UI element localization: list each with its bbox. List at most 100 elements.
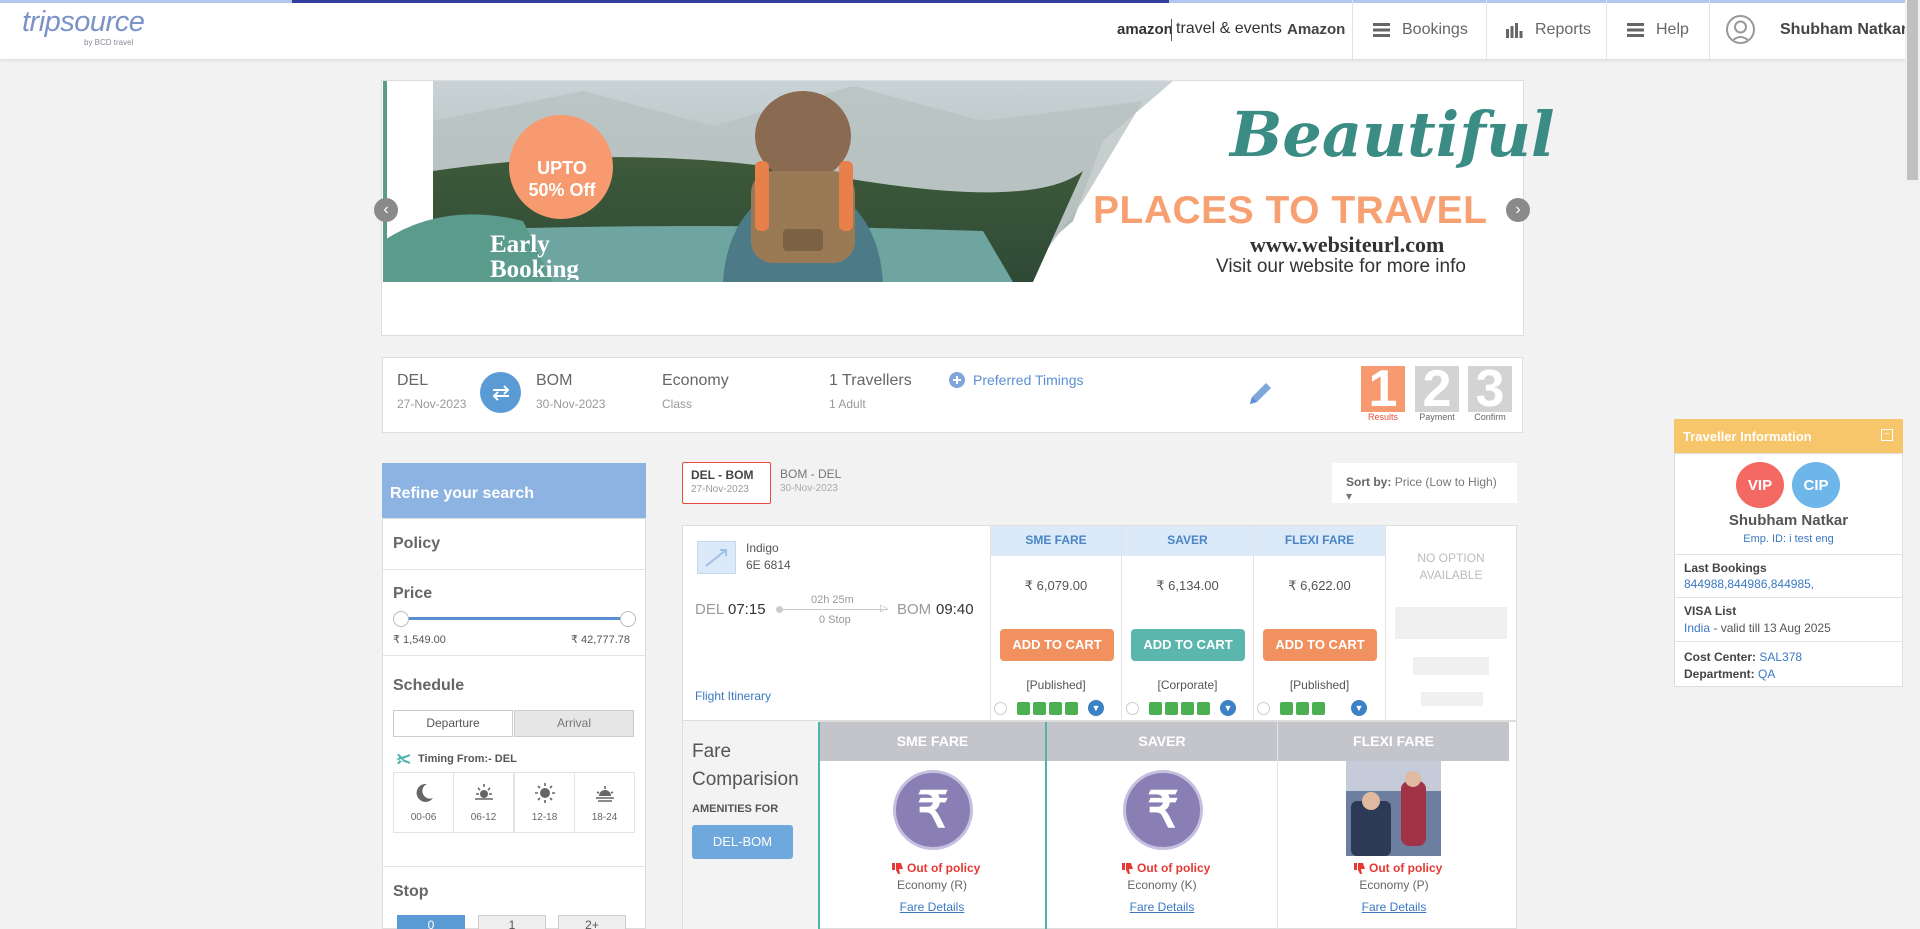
fare-price-flexi: ₹ 6,622.00 bbox=[1288, 578, 1351, 593]
nav-divider bbox=[1709, 0, 1710, 59]
banner-headline: PLACES TO TRAVEL bbox=[1093, 189, 1488, 232]
thumbs-down-icon bbox=[1122, 862, 1133, 874]
arrival-time: 09:40 bbox=[936, 601, 974, 618]
trip-tab-return[interactable]: BOM - DEL 30-Nov-2023 bbox=[772, 462, 868, 504]
thumbs-down-icon bbox=[892, 862, 903, 874]
trip-tab-outbound[interactable]: DEL - BOM 27-Nov-2023 bbox=[682, 462, 771, 504]
panel-divider bbox=[1675, 554, 1902, 555]
fare-head-sme: SME FARE bbox=[991, 526, 1121, 556]
nav-divider bbox=[1352, 0, 1353, 59]
carousel-prev-button[interactable]: ‹ bbox=[374, 198, 398, 222]
user-avatar-icon[interactable] bbox=[1726, 15, 1755, 44]
add-to-cart-flexi[interactable]: ADD TO CART bbox=[1263, 629, 1377, 661]
rupee-icon: ₹ bbox=[893, 770, 973, 850]
flight-route-line bbox=[778, 609, 888, 610]
add-to-cart-sme[interactable]: ADD TO CART bbox=[1000, 629, 1114, 661]
nav-help[interactable]: Help bbox=[1627, 21, 1689, 39]
arrival-airport: BOM bbox=[897, 601, 932, 618]
time-slot-12-18[interactable]: 12-18 bbox=[514, 772, 575, 833]
meal-icon bbox=[1280, 701, 1293, 715]
expand-amenities-icon[interactable]: ▼ bbox=[1220, 700, 1236, 716]
cabin-class-label: Class bbox=[662, 397, 693, 411]
seat-icon bbox=[1181, 701, 1194, 715]
cabin-crew-photo bbox=[1346, 761, 1441, 856]
fare-details-link-flexi[interactable]: Fare Details bbox=[1344, 900, 1444, 914]
expand-amenities-icon[interactable]: ▼ bbox=[1351, 700, 1367, 716]
filter-divider bbox=[383, 655, 645, 656]
swap-route-button[interactable] bbox=[480, 372, 521, 413]
panel-divider bbox=[1675, 597, 1902, 598]
sun-icon bbox=[534, 783, 555, 803]
swap-arrows-icon bbox=[492, 384, 509, 401]
cip-badge: CIP bbox=[1792, 462, 1840, 508]
carousel-next-button[interactable]: › bbox=[1506, 198, 1530, 222]
fare-price-sme: ₹ 6,079.00 bbox=[1024, 578, 1088, 593]
company-tagline: travel & events bbox=[1176, 20, 1282, 37]
filter-stop: Stop bbox=[393, 883, 429, 900]
expand-amenities-icon[interactable]: ▼ bbox=[1088, 700, 1104, 716]
page-load-progress-track bbox=[1169, 0, 1905, 3]
destination-code: BOM bbox=[536, 372, 573, 389]
last-bookings-label: Last Bookings bbox=[1684, 561, 1767, 575]
booking-class-sme: Economy (R) bbox=[896, 878, 967, 892]
stop-option-0[interactable]: 0 bbox=[397, 915, 465, 929]
collapse-panel-icon[interactable]: − bbox=[1881, 429, 1893, 441]
filter-policy[interactable]: Policy bbox=[393, 535, 440, 553]
price-slider-track[interactable] bbox=[401, 617, 629, 620]
airline-logo-placeholder bbox=[697, 541, 736, 574]
price-slider-min-handle[interactable] bbox=[393, 611, 409, 627]
filter-price: Price bbox=[393, 585, 433, 602]
cost-center: Cost Center: SAL378 bbox=[1684, 650, 1803, 664]
traveller-count: 1 Travellers bbox=[829, 372, 912, 389]
user-name[interactable]: Shubham Natkar bbox=[1780, 21, 1907, 39]
departure-toggle[interactable]: Departure bbox=[393, 710, 513, 737]
comparison-head-saver: SAVER bbox=[1047, 722, 1277, 761]
fare-head-flexi: FLEXI FARE bbox=[1254, 526, 1385, 556]
stop-option-1[interactable]: 1 bbox=[478, 915, 546, 929]
add-to-cart-saver[interactable]: ADD TO CART bbox=[1131, 629, 1245, 661]
flight-itinerary-link[interactable]: Flight Itinerary bbox=[695, 689, 771, 703]
tripsource-logo[interactable]: tripsource bbox=[22, 6, 145, 39]
placeholder-block bbox=[1395, 607, 1507, 639]
nav-divider bbox=[1606, 0, 1607, 59]
amenities-sme: ▼ bbox=[994, 700, 1104, 716]
sort-dropdown[interactable]: Sort by: Price (Low to High) ▾ bbox=[1332, 463, 1517, 503]
arrival-toggle[interactable]: Arrival bbox=[514, 710, 634, 737]
fare-type-flexi: [Published] bbox=[1289, 678, 1350, 692]
amenities-saver: ▼ bbox=[1126, 700, 1236, 716]
last-bookings-links[interactable]: 844988,844986,844985, bbox=[1684, 577, 1814, 591]
edit-search-button[interactable] bbox=[1246, 378, 1276, 408]
departure-date: 27-Nov-2023 bbox=[397, 397, 467, 411]
flight-number: 6E 6814 bbox=[746, 558, 791, 572]
placeholder-block bbox=[1413, 657, 1489, 675]
traveller-name: Shubham Natkar bbox=[1728, 512, 1849, 529]
visa-list-label: VISA List bbox=[1684, 604, 1737, 618]
departure-time: 07:15 bbox=[728, 601, 766, 618]
employee-id: Emp. ID: i test eng bbox=[1743, 533, 1834, 545]
price-slider-max-handle[interactable] bbox=[620, 611, 636, 627]
scrollbar-thumb[interactable] bbox=[1907, 0, 1918, 180]
fare-details-link-sme[interactable]: Fare Details bbox=[882, 900, 982, 914]
nav-reports[interactable]: Reports bbox=[1506, 21, 1591, 39]
airline-name: Indigo bbox=[746, 541, 779, 555]
wifi-icon bbox=[1065, 701, 1078, 715]
no-option-available: NO OPTION AVAILABLE bbox=[1417, 551, 1485, 582]
time-slot-18-24[interactable]: 18-24 bbox=[574, 772, 635, 833]
preferred-timings-link[interactable]: Preferred Timings bbox=[949, 372, 1083, 388]
route-amenities-button[interactable]: DEL-BOM bbox=[692, 825, 793, 859]
dollar-icon bbox=[1257, 701, 1270, 715]
stop-option-2plus[interactable]: 2+ bbox=[558, 915, 626, 929]
fare-price-saver: ₹ 6,134.00 bbox=[1156, 578, 1219, 593]
logo-separator bbox=[1171, 19, 1172, 41]
time-slot-06-12[interactable]: 06-12 bbox=[453, 772, 514, 833]
nav-divider bbox=[1486, 0, 1487, 59]
nav-bookings[interactable]: Bookings bbox=[1373, 21, 1468, 39]
fare-details-link-saver[interactable]: Fare Details bbox=[1112, 900, 1212, 914]
placeholder-block bbox=[1421, 692, 1483, 706]
comparison-head-flexi: FLEXI FARE bbox=[1278, 722, 1509, 761]
price-min-value: ₹ 1,549.00 bbox=[393, 634, 446, 646]
seat-icon bbox=[1312, 701, 1325, 715]
sunset-icon bbox=[595, 786, 614, 802]
nav-help-label: Help bbox=[1656, 21, 1689, 38]
time-slot-00-06[interactable]: 00-06 bbox=[393, 772, 454, 833]
